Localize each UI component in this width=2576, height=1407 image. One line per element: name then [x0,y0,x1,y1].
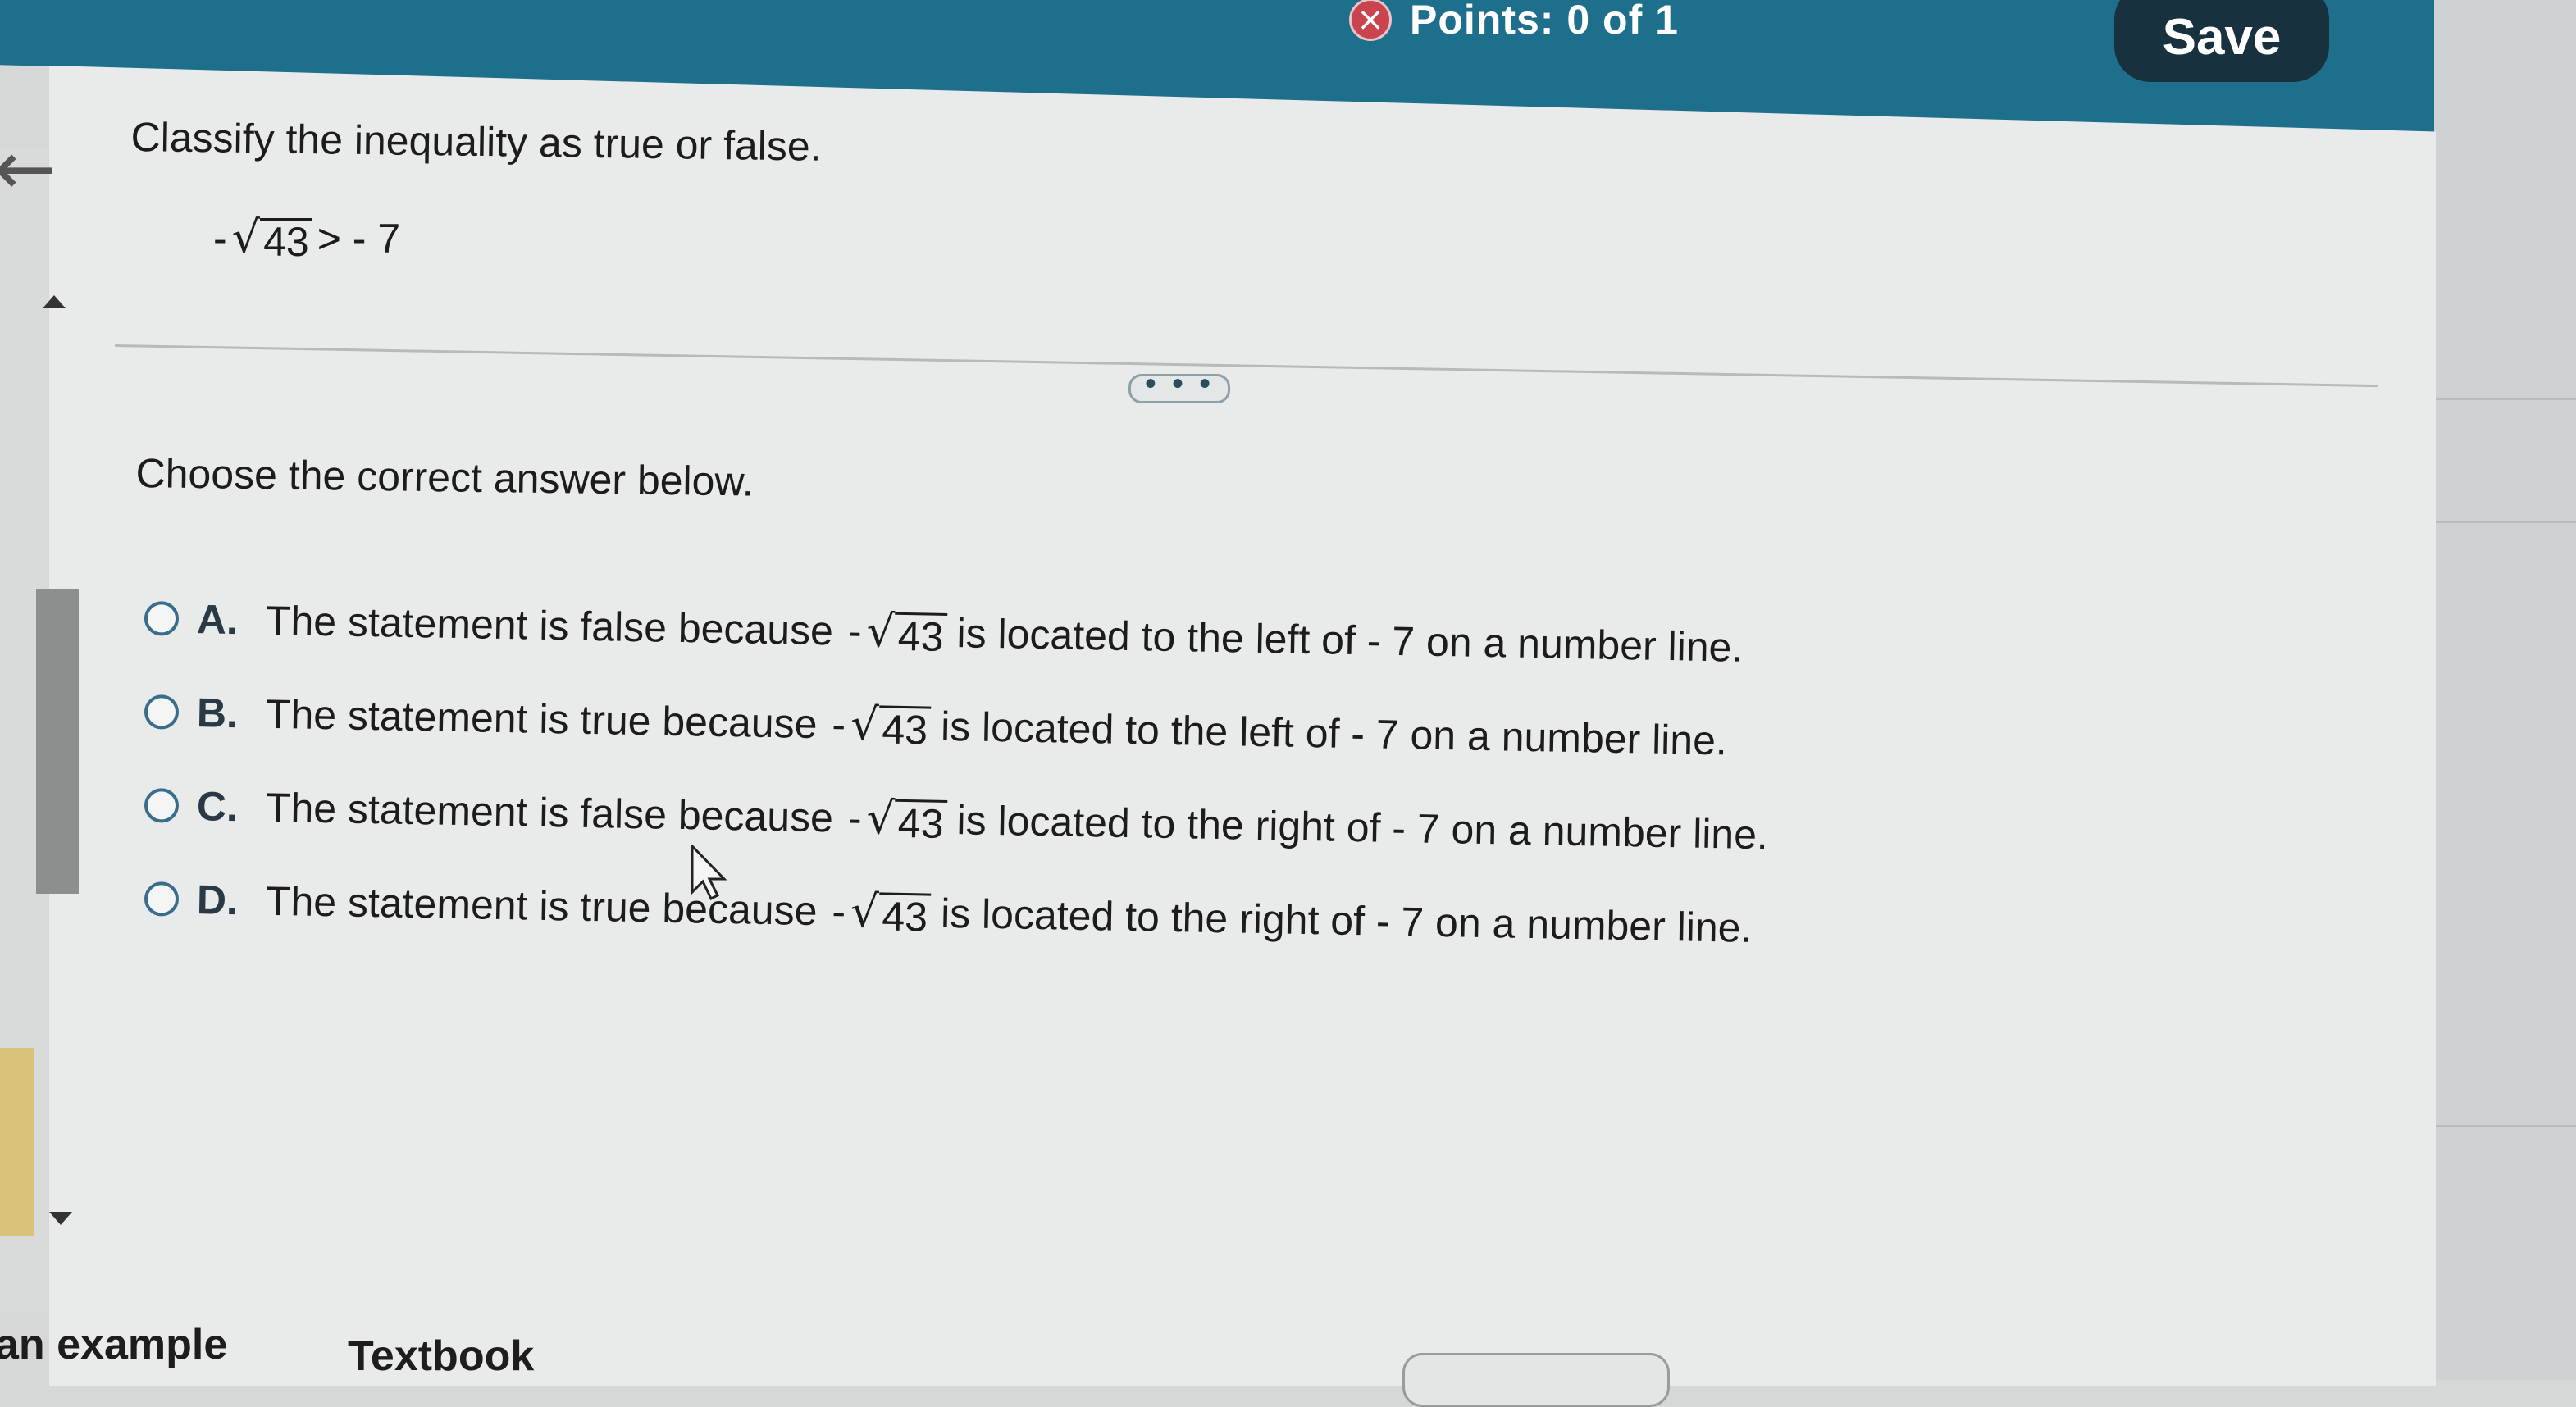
square-root: √ 43 [232,212,312,263]
more-options-button[interactable]: • • • [1128,367,1230,403]
option-text-pre: The statement is false because [265,784,834,840]
answer-instruction: Choose the correct answer below. [135,449,755,505]
textbook-link[interactable]: Textbook [348,1332,534,1381]
scroll-down-arrow-icon[interactable] [49,1212,72,1225]
points-indicator: × Points: 0 of 1 [1349,0,1679,44]
radical-icon: √ [865,605,896,658]
radio-button[interactable] [144,694,180,730]
radio-button[interactable] [144,787,180,823]
radical-icon: √ [231,212,261,263]
radicand: 43 [894,612,948,659]
save-button[interactable]: Save [2114,0,2329,82]
x-circle-icon: × [1349,0,1392,41]
radicand: 43 [878,891,932,940]
option-text-pre: The statement is true because [265,877,818,934]
square-root: √ 43 [865,605,948,659]
radicand: 43 [260,217,312,264]
option-text-pre: The statement is true because [265,690,818,747]
radicand: 43 [894,799,948,846]
back-arrow-icon[interactable]: ← [0,131,57,207]
inequality-rest: > - 7 [317,216,401,262]
radio-button[interactable] [144,600,180,636]
radio-button[interactable] [144,881,180,917]
scrollbar-thumb[interactable] [36,589,79,894]
option-letter: D. [196,876,239,923]
square-root: √ 43 [850,698,932,753]
points-value: 0 of 1 [1566,0,1679,43]
scroll-up-arrow-icon[interactable] [43,295,66,308]
radicand: 43 [878,704,932,753]
option-letter: A. [196,595,239,643]
inequality-prefix: - [213,216,227,262]
side-tab[interactable] [0,1048,34,1236]
option-letter: C. [196,782,239,830]
square-root: √ 43 [865,792,948,846]
bottom-button[interactable] [1402,1353,1670,1407]
option-text-pre: The statement is false because [265,597,834,653]
radical-icon: √ [850,885,880,938]
right-background-strip [2434,0,2576,1380]
mouse-cursor-icon [691,845,727,901]
points-label: Points: [1410,0,1555,43]
radical-icon: √ [865,792,896,845]
option-letter: B. [196,689,239,736]
square-root: √ 43 [850,885,932,940]
inequality-expression: - √ 43 > - 7 [213,212,400,263]
view-example-link[interactable]: an example [0,1320,227,1369]
radical-icon: √ [850,698,880,751]
question-prompt: Classify the inequality as true or false… [130,113,822,170]
